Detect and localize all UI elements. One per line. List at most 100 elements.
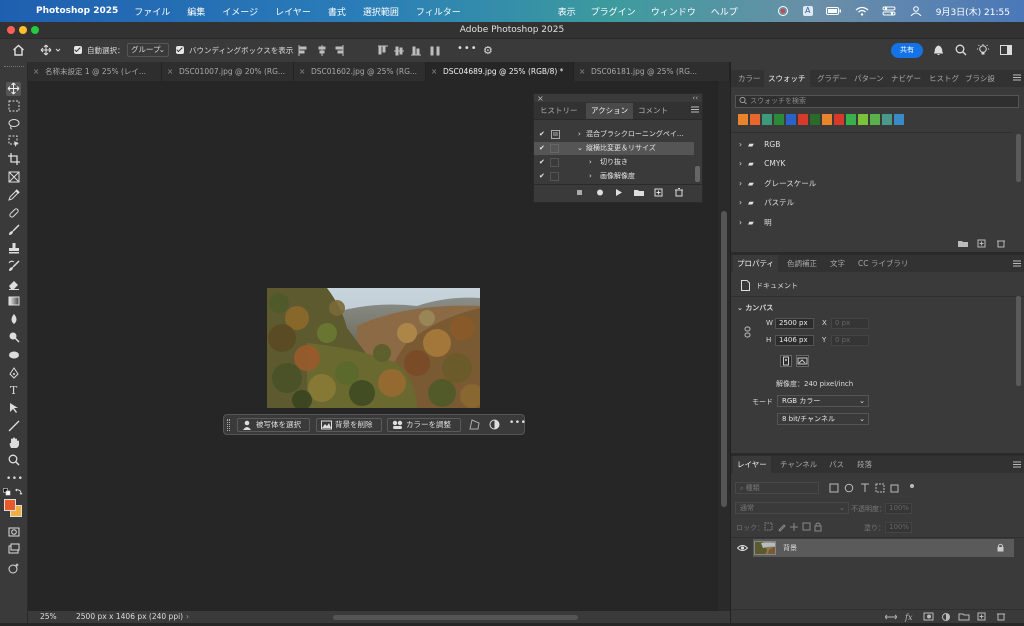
tab-document-5[interactable]: × DSC06181.jpg @ 25% (RG... xyxy=(574,62,730,81)
y-field[interactable]: 0 px xyxy=(831,335,869,346)
line-tool-icon[interactable] xyxy=(6,420,21,434)
action-toggle-check-icon[interactable]: ✔ xyxy=(539,170,545,183)
recent-swatch[interactable] xyxy=(810,114,820,125)
object-selection-tool-icon[interactable] xyxy=(6,135,21,149)
move-tool-icon[interactable] xyxy=(6,82,21,96)
transform-icon[interactable] xyxy=(469,419,480,432)
menu-plugins[interactable]: プラグイン xyxy=(591,5,636,18)
dialog-toggle-empty[interactable] xyxy=(550,172,559,181)
action-row-mixer-brush[interactable]: ✔ › 混合ブラシクローニングペイ... xyxy=(534,128,694,141)
layer-filter-icons[interactable] xyxy=(829,483,919,496)
action-toggle-check-icon[interactable]: ✔ xyxy=(539,142,545,155)
opacity-field[interactable]: 100% xyxy=(885,503,912,514)
tab-close-icon[interactable]: × xyxy=(431,62,437,81)
recent-swatch[interactable] xyxy=(894,114,904,125)
collapse-chevron-icon[interactable]: ⌄ xyxy=(577,142,583,155)
action-row-aspect-resize-selected[interactable]: ✔ ⌄ 縦横比変更＆リサイズ xyxy=(534,142,694,155)
action-toggle-check-icon[interactable]: ✔ xyxy=(539,128,545,141)
swap-colors-icon[interactable] xyxy=(15,488,23,498)
action-step-crop[interactable]: ✔ › 切り抜き xyxy=(534,156,694,169)
swatches-search-input[interactable]: スウォッチを検索 xyxy=(735,95,1019,108)
app-name-menu[interactable]: Photoshop 2025 xyxy=(36,6,118,16)
tab-gradients[interactable]: グラデー xyxy=(817,70,847,87)
dodge-tool-icon[interactable] xyxy=(6,331,21,345)
gear-icon[interactable]: ⚙ xyxy=(483,44,493,57)
panel-collapse-icon[interactable]: ‹‹ xyxy=(692,94,698,102)
toolbar-grip[interactable] xyxy=(4,66,24,68)
history-brush-tool-icon[interactable] xyxy=(6,260,21,274)
user-account-icon[interactable] xyxy=(909,6,923,17)
swatches-scrollbar-thumb[interactable] xyxy=(1016,134,1021,182)
lock-options-icons[interactable] xyxy=(764,522,824,534)
expand-chevron-icon[interactable]: › xyxy=(589,156,592,169)
tab-histogram[interactable]: ヒストグ xyxy=(929,70,959,87)
panel-menu-icon[interactable] xyxy=(691,106,699,115)
actions-scrollbar-thumb[interactable] xyxy=(695,166,700,182)
bit-depth-select[interactable]: 8 bit/チャンネル ⌄ xyxy=(777,413,869,425)
tab-paths[interactable]: パス xyxy=(829,456,844,473)
expand-chevron-icon[interactable]: › xyxy=(589,170,592,183)
x-field[interactable]: 0 px xyxy=(831,318,869,329)
hand-tool-icon[interactable] xyxy=(6,437,21,451)
dialog-toggle-empty[interactable] xyxy=(550,158,559,167)
tab-document-4-active[interactable]: × DSC04689.jpg @ 25% (RGB/8) * xyxy=(426,62,574,81)
default-colors-icon[interactable] xyxy=(3,488,11,498)
tab-close-icon[interactable]: × xyxy=(33,62,39,81)
lasso-tool-icon[interactable] xyxy=(6,118,21,132)
tab-adjustments[interactable]: 色調補正 xyxy=(787,255,817,272)
battery-icon[interactable] xyxy=(825,6,842,16)
menu-filter[interactable]: フィルター xyxy=(416,5,461,18)
tab-brush-settings[interactable]: ブラシ設 xyxy=(965,70,995,87)
eraser-tool-icon[interactable] xyxy=(6,278,21,292)
swatch-group-cmyk[interactable]: › ▰ CMYK xyxy=(739,157,785,171)
discover-lightbulb-icon[interactable] xyxy=(977,44,989,58)
notifications-icon[interactable] xyxy=(933,44,944,58)
quick-mask-icon[interactable] xyxy=(6,526,21,540)
expand-chevron-icon[interactable]: › xyxy=(739,138,748,152)
move-tool-preset-icon[interactable] xyxy=(40,44,62,58)
adjust-color-button[interactable]: カラーを調整 xyxy=(387,418,461,432)
window-minimize-button[interactable] xyxy=(19,26,27,34)
auto-select-checkbox[interactable] xyxy=(74,46,82,54)
recent-swatch[interactable] xyxy=(822,114,832,125)
more-options-icon[interactable]: ••• xyxy=(457,43,478,54)
tab-close-icon[interactable]: × xyxy=(167,62,173,81)
menu-window[interactable]: ウィンドウ xyxy=(651,5,696,18)
taskbar-grip-icon[interactable] xyxy=(227,419,230,431)
tab-properties[interactable]: プロパティ xyxy=(733,255,779,272)
recent-swatch[interactable] xyxy=(834,114,844,125)
tab-color[interactable]: カラー xyxy=(738,70,761,87)
zoom-tool-icon[interactable] xyxy=(6,454,21,468)
type-tool-icon[interactable]: T xyxy=(6,384,21,398)
clone-stamp-tool-icon[interactable] xyxy=(6,242,21,256)
document-image-autumn-valley[interactable] xyxy=(267,288,480,408)
menu-select[interactable]: 選択範囲 xyxy=(363,5,399,18)
blend-mode-select[interactable]: 通常 ⌄ xyxy=(735,502,849,514)
blur-tool-icon[interactable] xyxy=(6,313,21,327)
fill-field[interactable]: 100% xyxy=(885,522,912,533)
frame-tool-icon[interactable] xyxy=(6,171,21,185)
properties-scrollbar-thumb[interactable] xyxy=(1016,296,1021,386)
bounding-box-checkbox[interactable] xyxy=(176,46,184,54)
menu-help[interactable]: ヘルプ xyxy=(711,5,738,18)
workspace-layout-icon[interactable] xyxy=(1000,44,1012,58)
height-field[interactable]: 1406 px xyxy=(775,335,814,346)
swatch-group-pastel[interactable]: › ▰ パステル xyxy=(739,196,794,210)
expand-chevron-icon[interactable]: › xyxy=(739,157,748,171)
edit-toolbar-icon[interactable]: ••• xyxy=(6,472,23,486)
status-menu-chevron-icon[interactable]: › xyxy=(186,611,189,623)
recent-swatch[interactable] xyxy=(774,114,784,125)
tab-close-icon[interactable]: × xyxy=(299,62,305,81)
swatch-group-light[interactable]: › ▰ 明 xyxy=(739,216,772,230)
crop-tool-icon[interactable] xyxy=(6,153,21,167)
panel-menu-icon[interactable] xyxy=(1013,74,1021,83)
search-icon[interactable] xyxy=(955,44,967,58)
recent-swatch[interactable] xyxy=(738,114,748,125)
horizontal-scrollbar-thumb[interactable] xyxy=(333,615,578,620)
dialog-toggle-empty[interactable] xyxy=(550,144,559,153)
adjustment-circle-icon[interactable] xyxy=(489,419,500,432)
window-close-button[interactable] xyxy=(7,26,15,34)
lock-icon[interactable] xyxy=(997,543,1004,554)
document-info[interactable]: 2500 px x 1406 px (240 ppi) xyxy=(76,611,183,623)
eye-visibility-icon[interactable] xyxy=(736,544,749,554)
